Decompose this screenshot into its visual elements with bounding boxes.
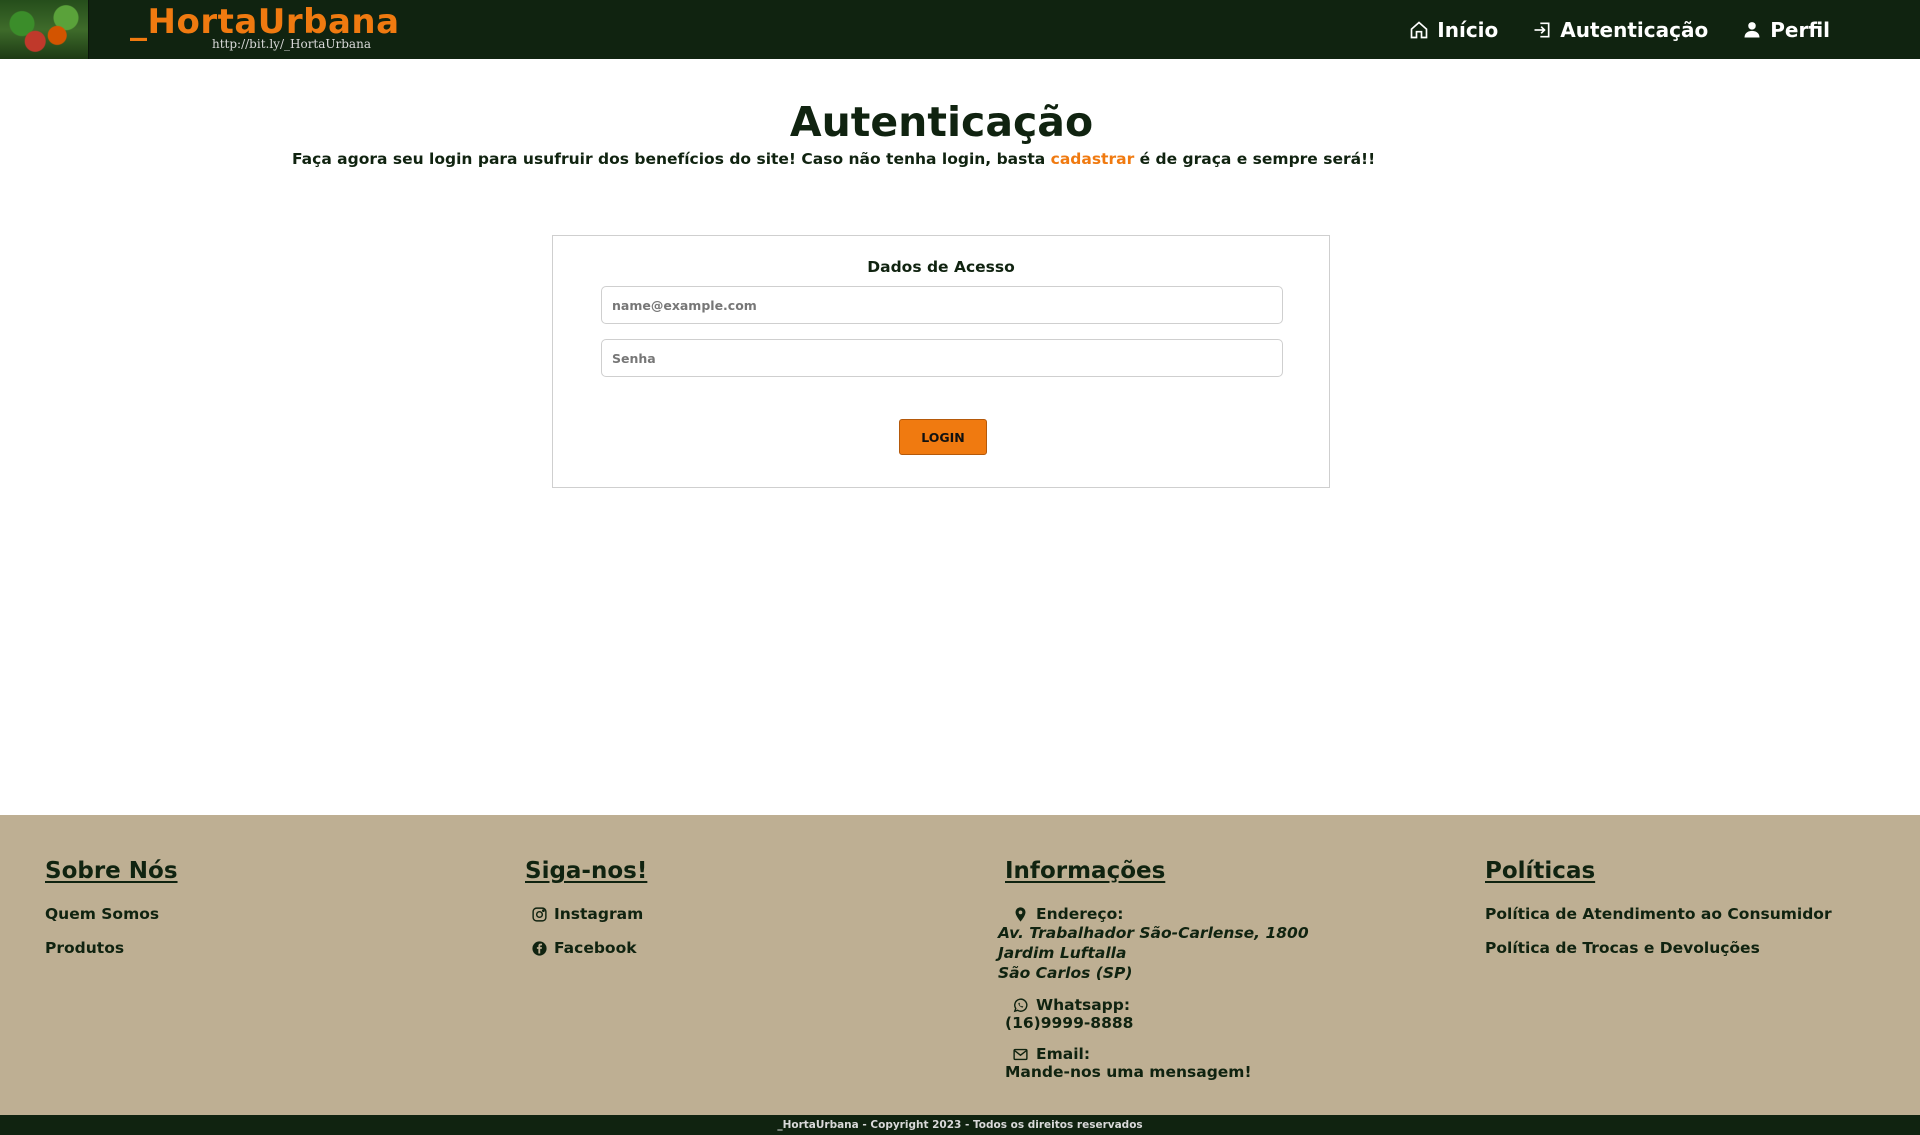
footer-link-instagram[interactable]: Instagram <box>531 905 647 923</box>
map-pin-icon <box>1015 906 1026 922</box>
facebook-label: Facebook <box>554 939 637 957</box>
brand-url: http://bit.ly/_HortaUrbana <box>212 37 371 51</box>
footer-col-siga: Siga-nos! Instagram Facebook <box>525 858 647 957</box>
footer-link-produtos[interactable]: Produtos <box>45 939 178 957</box>
nav-item-autenticacao[interactable]: Autenticação <box>1532 18 1708 42</box>
address-block: Endereço: Av. Trabalhador São-Carlense, … <box>998 905 1309 983</box>
whatsapp-label: Whatsapp: <box>1036 996 1131 1014</box>
envelope-icon <box>1013 1048 1028 1060</box>
footer-heading-siga: Siga-nos! <box>525 858 648 884</box>
nav-label-perfil: Perfil <box>1770 17 1830 42</box>
page-title: Autenticação <box>789 98 1094 146</box>
footer-link-trocas[interactable]: Política de Trocas e Devoluções <box>1485 939 1832 957</box>
footer-link-atendimento[interactable]: Política de Atendimento ao Consumidor <box>1485 905 1832 923</box>
nav-item-inicio[interactable]: Início <box>1409 18 1498 42</box>
footer-link-quem-somos[interactable]: Quem Somos <box>45 905 178 923</box>
footer-col-info: Informações Endereço: Av. Trabalhador Sã… <box>998 858 1309 1081</box>
instagram-label: Instagram <box>554 905 644 923</box>
user-icon <box>1744 21 1760 37</box>
email-heading: Email: <box>1012 1045 1309 1063</box>
email-block[interactable]: Email: Mande-nos uma mensagem! <box>1005 1045 1309 1081</box>
home-icon <box>1410 20 1428 38</box>
email-label: Email: <box>1036 1045 1091 1063</box>
intro-text-end: é de graça e sempre será!! <box>1134 150 1376 168</box>
footer-col-politicas: Políticas Política de Atendimento ao Con… <box>1485 858 1832 957</box>
instagram-icon <box>532 906 547 922</box>
top-navbar: _HortaUrbana http://bit.ly/_HortaUrbana … <box>0 0 1920 59</box>
login-icon <box>1534 22 1550 37</box>
footer-heading-sobre: Sobre Nós <box>45 858 178 884</box>
whatsapp-number: (16)9999-8888 <box>1005 1014 1134 1032</box>
email-message-link[interactable]: Mande-nos uma mensagem! <box>1005 1063 1309 1081</box>
form-title: Dados de Acesso <box>867 258 1015 276</box>
nav-label-autenticacao: Autenticação <box>1560 17 1709 42</box>
whatsapp-heading: Whatsapp: <box>1012 996 1309 1014</box>
brand-title[interactable]: _HortaUrbana <box>130 2 400 42</box>
footer-col-sobre: Sobre Nós Quem Somos Produtos <box>45 858 178 957</box>
nav-item-perfil[interactable]: Perfil <box>1742 18 1830 42</box>
main-nav: Início Autenticação Perfil <box>1409 0 1830 59</box>
password-input[interactable] <box>601 339 1283 377</box>
login-card: Dados de Acesso LOGIN <box>552 235 1330 488</box>
intro-text-start: Faça agora seu login para usufruir dos b… <box>292 150 1051 168</box>
footer-link-facebook[interactable]: Facebook <box>531 939 647 957</box>
whatsapp-icon <box>1013 997 1028 1012</box>
logo-image[interactable] <box>0 0 89 59</box>
address-label: Endereço: <box>1036 905 1124 923</box>
address-heading: Endereço: <box>1012 905 1309 923</box>
whatsapp-block[interactable]: Whatsapp: (16)9999-8888 <box>1005 996 1309 1032</box>
email-input[interactable] <box>601 286 1283 324</box>
address-line-3: São Carlos (SP) <box>998 964 1133 982</box>
copyright-bar: _HortaUrbana - Copyright 2023 - Todos os… <box>0 1115 1920 1135</box>
intro-text: Faça agora seu login para usufruir dos b… <box>292 150 1375 168</box>
address-line-2: Jardim Luftalla <box>998 944 1127 962</box>
footer-heading-politicas: Políticas <box>1485 858 1596 884</box>
footer-heading-info: Informações <box>1005 858 1166 884</box>
address-line-1: Av. Trabalhador São-Carlense, 1800 <box>998 924 1309 942</box>
register-link[interactable]: cadastrar <box>1051 150 1135 168</box>
footer: Sobre Nós Quem Somos Produtos Siga-nos! … <box>0 815 1920 1115</box>
login-button[interactable]: LOGIN <box>899 419 987 455</box>
nav-label-inicio: Início <box>1437 17 1499 42</box>
facebook-icon <box>532 940 547 956</box>
